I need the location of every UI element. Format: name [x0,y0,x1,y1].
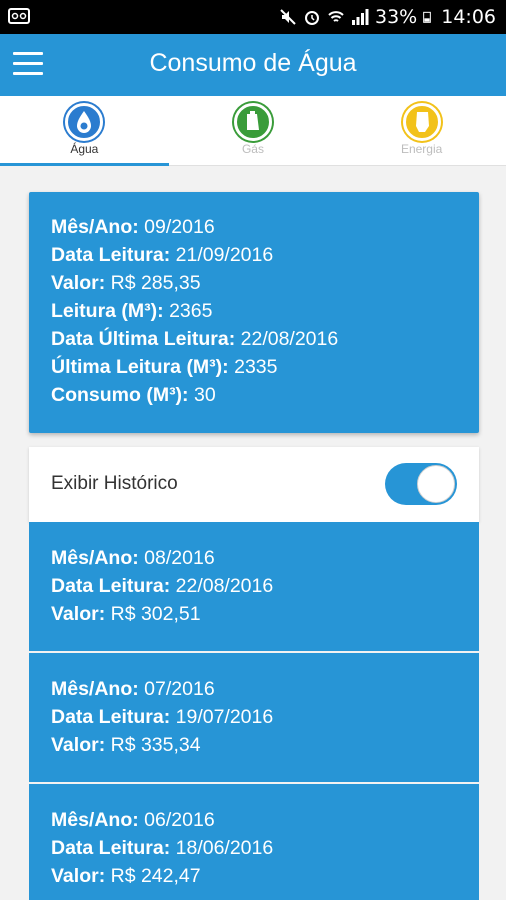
tab-label-gas: Gás [241,142,264,156]
energy-icon [402,103,441,141]
wifi-icon [328,11,344,22]
alarm-icon [305,11,319,25]
ultima-leitura-row: Última Leitura (M³): 2335 [51,356,278,378]
tab-bar: Água Gás Energia [0,96,506,166]
data-leitura-row: Data Leitura: 18/06/2016 [51,837,274,859]
status-time: 14:06 [441,6,496,28]
data-ultima-leitura-row: Data Última Leitura: 22/08/2016 [51,328,339,350]
data-leitura-row: Data Leitura: 22/08/2016 [51,575,274,597]
switch-knob [417,465,455,503]
gas-icon [233,103,272,141]
tab-agua[interactable]: Água [0,96,169,166]
consumo-row: Consumo (M³): 30 [51,384,216,406]
tab-label-agua: Água [70,142,99,156]
app-bar: Consumo de Água [0,34,506,96]
history-toggle-switch[interactable] [385,463,457,505]
mes-ano-row: Mês/Ano: 08/2016 [51,547,215,569]
page-title: Consumo de Água [149,49,357,77]
data-leitura-row: Data Leitura: 19/07/2016 [51,706,274,728]
valor-row: Valor: R$ 335,34 [51,734,201,756]
history-toggle-label: Exibir Histórico [51,473,178,494]
tab-gas[interactable]: Gás [169,96,338,165]
mes-ano-row: Mês/Ano: 07/2016 [51,678,215,700]
history-toggle-row: Exibir Histórico [29,447,479,522]
valor-row: Valor: R$ 242,47 [51,865,201,887]
mes-ano-row: Mês/Ano: 09/2016 [51,216,215,238]
valor-row: Valor: R$ 302,51 [51,603,201,625]
history-card: Mês/Ano: 08/2016 Data Leitura: 22/08/201… [29,522,479,651]
data-leitura-row: Data Leitura: 21/09/2016 [51,244,274,266]
history-card: Mês/Ano: 07/2016 Data Leitura: 19/07/201… [29,653,479,782]
leitura-row: Leitura (M³): 2365 [51,300,213,322]
tab-energia[interactable]: Energia [337,96,506,165]
voicemail-icon [8,8,30,24]
status-bar: 33% 14:06 [0,0,506,34]
battery-icon [423,11,432,23]
history-card: Mês/Ano: 06/2016 Data Leitura: 18/06/201… [29,784,479,900]
mute-icon [280,9,296,25]
valor-row: Valor: R$ 285,35 [51,272,201,294]
current-reading-card: Mês/Ano: 09/2016 Data Leitura: 21/09/201… [29,192,479,433]
signal-icon [352,9,369,25]
tab-label-energia: Energia [400,142,443,156]
mes-ano-row: Mês/Ano: 06/2016 [51,809,215,831]
water-drop-icon [65,103,104,141]
battery-percent: 33% [375,6,418,28]
